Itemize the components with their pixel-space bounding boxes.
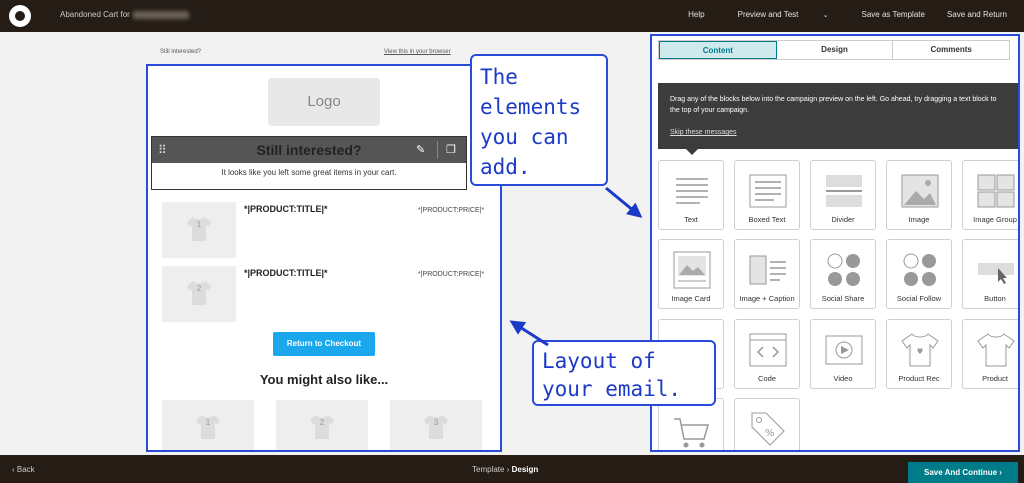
block-boxed-text[interactable]: Boxed Text bbox=[734, 160, 800, 230]
save-and-continue-button[interactable]: Save And Continue › bbox=[908, 462, 1018, 483]
block-toolbar: ⠿ Still interested? ✎ ❐ bbox=[152, 137, 466, 163]
social-share-icon bbox=[827, 253, 860, 286]
product-price: *|PRODUCT:PRICE|* bbox=[418, 207, 485, 214]
tip-message: Drag any of the blocks below into the ca… bbox=[658, 83, 1018, 149]
block-social-follow[interactable]: Social Follow bbox=[886, 239, 952, 309]
block-image[interactable]: Image bbox=[886, 160, 952, 230]
recommended-product[interactable]: 2 bbox=[276, 400, 368, 450]
email-body-text: It looks like you left some great items … bbox=[221, 168, 397, 177]
panel-tabs: Content Design Comments bbox=[658, 40, 1010, 60]
button-icon bbox=[978, 263, 1014, 284]
rec-number: 3 bbox=[433, 418, 439, 427]
block-promo-code[interactable]: % bbox=[734, 398, 800, 450]
tab-comments[interactable]: Comments bbox=[893, 41, 1009, 59]
product-image[interactable]: 1 bbox=[162, 202, 236, 258]
rec-number: 2 bbox=[319, 418, 325, 427]
tshirt-icon bbox=[187, 281, 211, 305]
recommended-product[interactable]: 1 bbox=[162, 400, 254, 450]
cart-icon bbox=[674, 418, 709, 448]
block-product-rec[interactable]: Product Rec bbox=[886, 319, 952, 389]
product-title: *|PRODUCT:TITLE|* bbox=[244, 268, 328, 278]
image-caption-icon bbox=[749, 255, 786, 285]
duplicate-icon[interactable]: ❐ bbox=[446, 143, 456, 156]
image-card-icon bbox=[673, 251, 711, 289]
product-title: *|PRODUCT:TITLE|* bbox=[244, 204, 328, 214]
toolbar-divider bbox=[437, 141, 438, 159]
block-cart[interactable] bbox=[658, 398, 724, 450]
mailchimp-logo-icon[interactable] bbox=[9, 5, 31, 27]
rec-number: 1 bbox=[205, 418, 211, 427]
view-in-browser-link[interactable]: View this in your browser bbox=[384, 49, 451, 55]
also-like-heading: You might also like... bbox=[259, 372, 389, 387]
block-button[interactable]: Button bbox=[962, 239, 1018, 309]
redacted-name bbox=[132, 10, 189, 19]
breadcrumb: Template › Design bbox=[472, 465, 538, 474]
tshirt-icon bbox=[424, 415, 448, 439]
price-tag-icon: % bbox=[751, 412, 785, 446]
preview-and-test-menu[interactable]: Preview and Test ⌄ bbox=[716, 10, 851, 19]
social-follow-icon bbox=[903, 253, 936, 286]
skip-messages-link[interactable]: Skip these messages bbox=[670, 129, 737, 136]
text-block-selected[interactable]: ⠿ Still interested? ✎ ❐ It looks like yo… bbox=[151, 136, 467, 190]
code-icon bbox=[749, 333, 787, 367]
image-icon bbox=[901, 174, 939, 208]
breadcrumb-template[interactable]: Template bbox=[472, 465, 504, 474]
back-button[interactable]: ‹ Back bbox=[12, 465, 35, 474]
arrow-to-blocks bbox=[605, 186, 643, 218]
block-image-card[interactable]: Image Card bbox=[658, 239, 724, 309]
tab-content[interactable]: Content bbox=[659, 41, 777, 59]
campaign-title: Abandoned Cart for bbox=[60, 10, 189, 19]
tshirt-icon bbox=[187, 217, 211, 241]
breadcrumb-design: Design bbox=[511, 465, 539, 474]
svg-text:%: % bbox=[765, 428, 775, 439]
tshirt-icon bbox=[310, 415, 334, 439]
block-video[interactable]: Video bbox=[810, 319, 876, 389]
top-bar: Abandoned Cart for Help Preview and Test… bbox=[0, 0, 1024, 32]
recommended-product[interactable]: 3 bbox=[390, 400, 482, 450]
block-product[interactable]: Product bbox=[962, 319, 1018, 389]
save-and-return-link[interactable]: Save and Return bbox=[936, 10, 1018, 19]
product-number: 2 bbox=[196, 284, 202, 293]
bottom-bar: ‹ Back Template › Design bbox=[0, 455, 1024, 483]
block-image-caption[interactable]: Image + Caption bbox=[734, 239, 800, 309]
text-block-icon bbox=[676, 178, 708, 204]
email-preview[interactable]: Logo ⠿ Still interested? ✎ ❐ It looks li… bbox=[146, 64, 502, 452]
block-image-group[interactable]: Image Group bbox=[962, 160, 1018, 230]
product-price: *|PRODUCT:PRICE|* bbox=[418, 271, 485, 278]
preheader-text: Still interested? bbox=[160, 49, 202, 55]
tip-text: Drag any of the blocks below into the ca… bbox=[670, 96, 997, 114]
block-social-share[interactable]: Social Share bbox=[810, 239, 876, 309]
tab-design[interactable]: Design bbox=[777, 41, 894, 59]
block-text[interactable]: Text bbox=[658, 160, 724, 230]
block-divider[interactable]: Divider bbox=[810, 160, 876, 230]
save-as-template-link[interactable]: Save as Template bbox=[851, 10, 936, 19]
image-group-icon bbox=[977, 174, 1015, 208]
layout-annotation: Layout of your email. bbox=[532, 340, 716, 406]
product-icon bbox=[977, 333, 1015, 367]
elements-annotation: The elements you can add. bbox=[470, 54, 608, 186]
product-rec-icon bbox=[901, 333, 939, 367]
tip-caret bbox=[686, 149, 698, 155]
tshirt-icon bbox=[196, 415, 220, 439]
block-code[interactable]: Code bbox=[734, 319, 800, 389]
product-number: 1 bbox=[196, 220, 202, 229]
chevron-right-icon: › bbox=[999, 468, 1002, 477]
top-nav: Help Preview and Test ⌄ Save as Template… bbox=[677, 10, 1018, 19]
product-image[interactable]: 2 bbox=[162, 266, 236, 322]
video-icon bbox=[825, 335, 863, 365]
help-link[interactable]: Help bbox=[677, 10, 715, 19]
logo-placeholder[interactable]: Logo bbox=[268, 78, 380, 126]
boxed-text-icon bbox=[749, 174, 787, 208]
return-to-checkout-button[interactable]: Return to Checkout bbox=[273, 332, 375, 356]
divider-icon bbox=[826, 175, 862, 207]
pencil-icon[interactable]: ✎ bbox=[416, 143, 425, 156]
chevron-down-icon: ⌄ bbox=[822, 12, 829, 19]
